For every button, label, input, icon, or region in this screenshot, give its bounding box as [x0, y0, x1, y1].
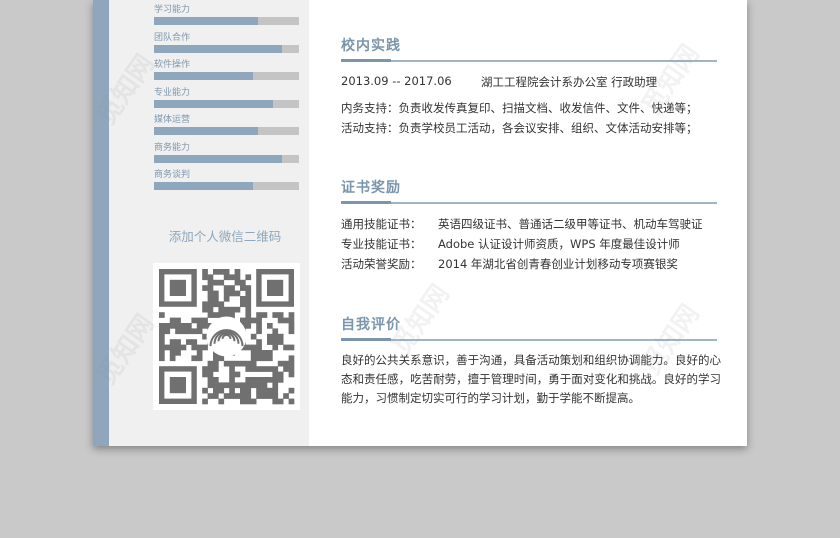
cert-key: 专业技能证书：: [341, 237, 422, 251]
skill-bar: [154, 17, 299, 25]
skill-bar-fill: [154, 127, 259, 135]
cert-value: 2014 年湖北省创青春创业计划移动专项赛银奖: [438, 257, 678, 271]
skill-bar-fill: [154, 44, 282, 53]
skill-item: 商务谈判: [154, 170, 299, 190]
skill-bar: [154, 154, 299, 163]
practice-date: 2013.09 -- 2017.06: [341, 74, 452, 88]
skill-bar: [154, 182, 299, 190]
skill-item: 学习能力: [154, 5, 299, 25]
skill-bar-fill: [154, 99, 273, 108]
skill-bar-fill: [154, 17, 259, 25]
skill-label: 商务谈判: [154, 170, 191, 180]
skill-label: 软件操作: [154, 60, 191, 70]
skill-bar: [154, 44, 299, 53]
section-divider: [341, 201, 717, 204]
skill-label: 媒体运营: [154, 115, 191, 125]
cert-row: 通用技能证书： 英语四级证书、普通话二级甲等证书、机动车驾驶证: [341, 216, 703, 232]
skill-bar: [154, 99, 299, 108]
wechat-caption: 添加个人微信二维码: [168, 229, 282, 244]
skill-bar: [154, 127, 299, 135]
cert-key: 通用技能证书：: [341, 217, 422, 231]
cert-row: 活动荣誉奖励： 2014 年湖北省创青春创业计划移动专项赛银奖: [341, 256, 678, 272]
cert-key: 活动荣誉奖励：: [341, 257, 422, 271]
skill-bar-fill: [154, 182, 253, 190]
cert-value: 英语四级证书、普通话二级甲等证书、机动车驾驶证: [438, 217, 703, 231]
skill-item: 媒体运营: [154, 115, 299, 135]
skill-item: 商务能力: [154, 143, 299, 163]
section-title-practice: 校内实践: [341, 38, 401, 54]
skill-item: 专业能力: [154, 88, 299, 108]
qr-code: [153, 263, 300, 410]
skill-bar-fill: [154, 72, 253, 80]
cert-value: Adobe 认证设计师资质，WPS 年度最佳设计师: [438, 237, 680, 251]
skill-bar-fill: [154, 154, 282, 163]
qr-code-image: [159, 269, 295, 405]
practice-line-2: 活动支持：负责学校员工活动，各会议安排、组织、文体活动安排等；: [341, 121, 698, 135]
practice-org: 湖工工程院会计系办公室 行政助理: [481, 75, 658, 89]
skill-item: 团队合作: [154, 33, 299, 53]
skill-bar: [154, 72, 299, 80]
skill-item: 软件操作: [154, 60, 299, 80]
skill-label: 学习能力: [154, 5, 191, 15]
cert-row: 专业技能证书： Adobe 认证设计师资质，WPS 年度最佳设计师: [341, 236, 680, 252]
skill-label: 商务能力: [154, 142, 191, 153]
section-title-certs: 证书奖励: [341, 180, 401, 196]
skill-label: 团队合作: [154, 32, 191, 43]
skill-label: 专业能力: [154, 87, 191, 98]
resume-page: 学习能力团队合作软件操作专业能力媒体运营商务能力商务谈判 添加个人微信二维码 校…: [93, 0, 747, 446]
